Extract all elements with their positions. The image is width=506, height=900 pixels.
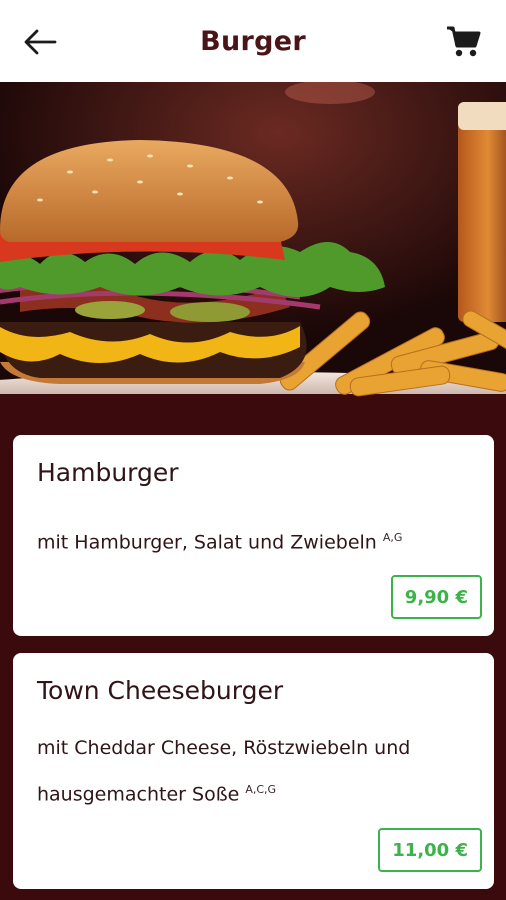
description-text: mit Cheddar Cheese, Röstzwiebeln und hau…: [37, 737, 411, 806]
item-description: mit Hamburger, Salat und Zwiebeln A,G: [37, 517, 470, 563]
shopping-cart-icon: [447, 26, 481, 57]
item-name: Hamburger: [37, 458, 179, 487]
price-button[interactable]: 9,90 €: [390, 575, 482, 619]
cart-button[interactable]: [444, 22, 484, 62]
description-text: mit Hamburger, Salat und Zwiebeln: [37, 531, 377, 554]
menu-item-card[interactable]: Town Cheeseburger mit Cheddar Cheese, Rö…: [13, 653, 494, 889]
app-screen: Burger Hamburger mit Hamburger, Salat un…: [0, 0, 506, 900]
price-button[interactable]: 11,00 €: [378, 828, 482, 872]
top-bar: Burger: [0, 0, 506, 82]
arrow-left-icon: [24, 29, 57, 55]
back-button[interactable]: [20, 22, 60, 62]
menu-item-card[interactable]: Hamburger mit Hamburger, Salat und Zwieb…: [13, 435, 494, 636]
page-title: Burger: [200, 25, 306, 57]
item-description: mit Cheddar Cheese, Röstzwiebeln und hau…: [37, 728, 470, 815]
allergen-codes: A,G: [382, 531, 403, 544]
allergen-codes: A,C,G: [245, 783, 277, 796]
burger-photo: [0, 82, 506, 420]
item-name: Town Cheeseburger: [37, 676, 284, 705]
hero-image: [0, 82, 506, 420]
